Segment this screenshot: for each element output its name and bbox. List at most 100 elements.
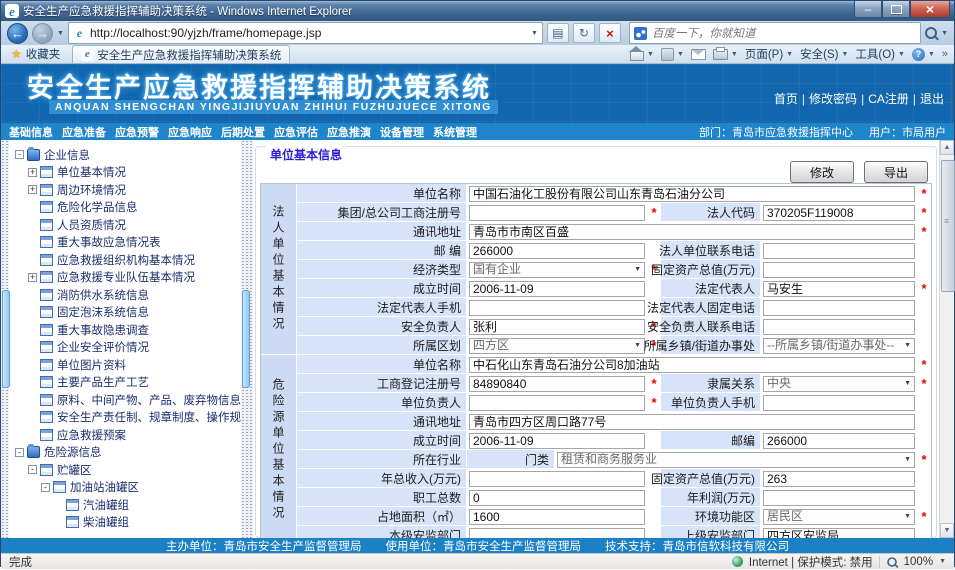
tree-expander-icon[interactable]: -: [15, 448, 24, 457]
form-input[interactable]: 266000: [763, 433, 915, 449]
form-input[interactable]: [469, 471, 645, 487]
nav-item[interactable]: 应急评估: [274, 124, 318, 140]
form-select[interactable]: 中央▼: [763, 376, 915, 392]
history-dropdown-icon[interactable]: ▼: [57, 30, 64, 37]
zoom-level[interactable]: 100%: [904, 556, 933, 568]
tree-expander-icon[interactable]: +: [28, 273, 37, 282]
form-input[interactable]: 1600: [469, 509, 645, 525]
help-icon[interactable]: ?: [912, 48, 925, 61]
splitter-handle[interactable]: [242, 290, 250, 388]
splitter-handle[interactable]: [2, 290, 10, 388]
form-input[interactable]: [469, 205, 645, 221]
form-input[interactable]: 四方区安监局: [763, 528, 915, 539]
scrollbar-thumb[interactable]: [941, 160, 955, 292]
tree-item[interactable]: 重大事故应急情况表: [9, 234, 241, 252]
form-select[interactable]: 居民区▼: [763, 509, 915, 525]
form-select[interactable]: --所属乡镇/街道办事处--▼: [763, 338, 915, 354]
tree-item[interactable]: -贮罐区: [9, 461, 241, 479]
home-dropdown-icon[interactable]: ▼: [647, 51, 654, 58]
compatibility-view-button[interactable]: ▤: [547, 23, 569, 43]
header-link[interactable]: 首页: [774, 90, 798, 107]
form-input[interactable]: [763, 319, 915, 335]
tree-item[interactable]: 柴油罐组: [9, 514, 241, 532]
nav-item[interactable]: 应急推演: [327, 124, 371, 140]
address-dropdown-icon[interactable]: ▼: [531, 30, 538, 37]
left-splitter[interactable]: [1, 140, 9, 538]
tree-item[interactable]: 危险化学品信息: [9, 199, 241, 217]
nav-item[interactable]: 应急准备: [62, 124, 106, 140]
feed-dropdown-icon[interactable]: ▼: [677, 51, 684, 58]
form-input[interactable]: 中石化山东青岛石油分公司8加油站: [469, 357, 915, 373]
favorites-button[interactable]: ★ 收藏夹: [5, 46, 66, 62]
header-link[interactable]: 修改密码: [809, 90, 857, 107]
tree-expander-icon[interactable]: -: [28, 465, 37, 474]
form-select[interactable]: 租赁和商务服务业▼: [557, 452, 915, 468]
search-icon[interactable]: [925, 27, 937, 39]
tree-expander-icon[interactable]: +: [28, 168, 37, 177]
home-icon[interactable]: [630, 51, 644, 61]
tree-expander-icon[interactable]: -: [41, 483, 50, 492]
form-input[interactable]: 0: [469, 490, 645, 506]
export-button[interactable]: 导出: [864, 161, 928, 183]
tools-menu[interactable]: 工具(O)▼: [855, 46, 905, 62]
form-input[interactable]: 266000: [469, 243, 645, 259]
form-input[interactable]: 370205F119008: [763, 205, 915, 221]
form-select[interactable]: 四方区▼: [469, 338, 645, 354]
browser-tab[interactable]: e 安全生产应急救援指挥辅助决策系统: [72, 45, 290, 63]
mail-icon[interactable]: [691, 49, 706, 60]
form-input[interactable]: [763, 243, 915, 259]
print-dropdown-icon[interactable]: ▼: [731, 51, 738, 58]
tree-item[interactable]: 安全生产责任制、规章制度、操作规程信息: [9, 409, 241, 427]
form-input[interactable]: 2006-11-09: [469, 433, 645, 449]
header-link[interactable]: 退出: [920, 90, 944, 107]
form-input[interactable]: 青岛市市南区百盛: [469, 224, 915, 240]
tree-item[interactable]: 企业安全评价情况: [9, 339, 241, 357]
tree-item[interactable]: -危险源信息: [9, 444, 241, 462]
tree-expander-icon[interactable]: +: [28, 185, 37, 194]
form-input[interactable]: 张利: [469, 319, 645, 335]
address-url[interactable]: http://localhost:90/yjzh/frame/homepage.…: [90, 26, 527, 40]
form-input[interactable]: 84890840: [469, 376, 645, 392]
form-input[interactable]: 马安生: [763, 281, 915, 297]
nav-item[interactable]: 应急响应: [168, 124, 212, 140]
form-scrollbar[interactable]: ▲ ▼: [939, 140, 954, 538]
form-input[interactable]: [469, 300, 645, 316]
form-input[interactable]: 中国石油化工股份有限公司山东青岛石油分公司: [469, 186, 915, 202]
tree-item[interactable]: 消防供水系统信息: [9, 286, 241, 304]
tree-splitter[interactable]: [241, 140, 253, 538]
tree-item[interactable]: 汽油罐组: [9, 496, 241, 514]
form-input[interactable]: [763, 490, 915, 506]
address-bar[interactable]: e http://localhost:90/yjzh/frame/homepag…: [68, 22, 543, 44]
stop-button[interactable]: ×: [599, 23, 621, 43]
minimize-button[interactable]: –: [854, 1, 882, 18]
forward-button[interactable]: →: [32, 23, 53, 44]
form-input[interactable]: [469, 528, 645, 539]
feed-icon[interactable]: [661, 48, 674, 61]
zoom-dropdown-icon[interactable]: ▼: [939, 558, 946, 565]
print-icon[interactable]: [713, 49, 728, 60]
nav-item[interactable]: 基础信息: [9, 124, 53, 140]
tree-item[interactable]: 人员资质情况: [9, 216, 241, 234]
tree-item[interactable]: 应急救援组织机构基本情况: [9, 251, 241, 269]
tree-item[interactable]: 原料、中间产物、产品、废弃物信息: [9, 391, 241, 409]
tree-expander-icon[interactable]: -: [15, 150, 24, 159]
tree-item[interactable]: 固定泡沫系统信息: [9, 304, 241, 322]
maximize-button[interactable]: [882, 1, 910, 18]
header-link[interactable]: CA注册: [868, 90, 909, 107]
nav-item[interactable]: 应急预警: [115, 124, 159, 140]
form-input[interactable]: 2006-11-09: [469, 281, 645, 297]
search-options-icon[interactable]: ▼: [941, 30, 948, 37]
tree-item[interactable]: +单位基本情况: [9, 164, 241, 182]
scroll-up-icon[interactable]: ▲: [940, 140, 954, 155]
page-menu[interactable]: 页面(P)▼: [745, 46, 793, 62]
form-input[interactable]: [469, 395, 645, 411]
tree-item[interactable]: 重大事故隐患调查: [9, 321, 241, 339]
security-menu[interactable]: 安全(S)▼: [800, 46, 848, 62]
search-box[interactable]: 百度一下，你就知道: [629, 22, 921, 44]
form-input[interactable]: [763, 262, 915, 278]
form-select[interactable]: 国有企业▼: [469, 262, 645, 278]
tree-item[interactable]: -加油站油罐区: [9, 479, 241, 497]
form-input[interactable]: 263: [763, 471, 915, 487]
tree-item[interactable]: 应急救援预案: [9, 426, 241, 444]
tree-item[interactable]: +应急救援专业队伍基本情况: [9, 269, 241, 287]
